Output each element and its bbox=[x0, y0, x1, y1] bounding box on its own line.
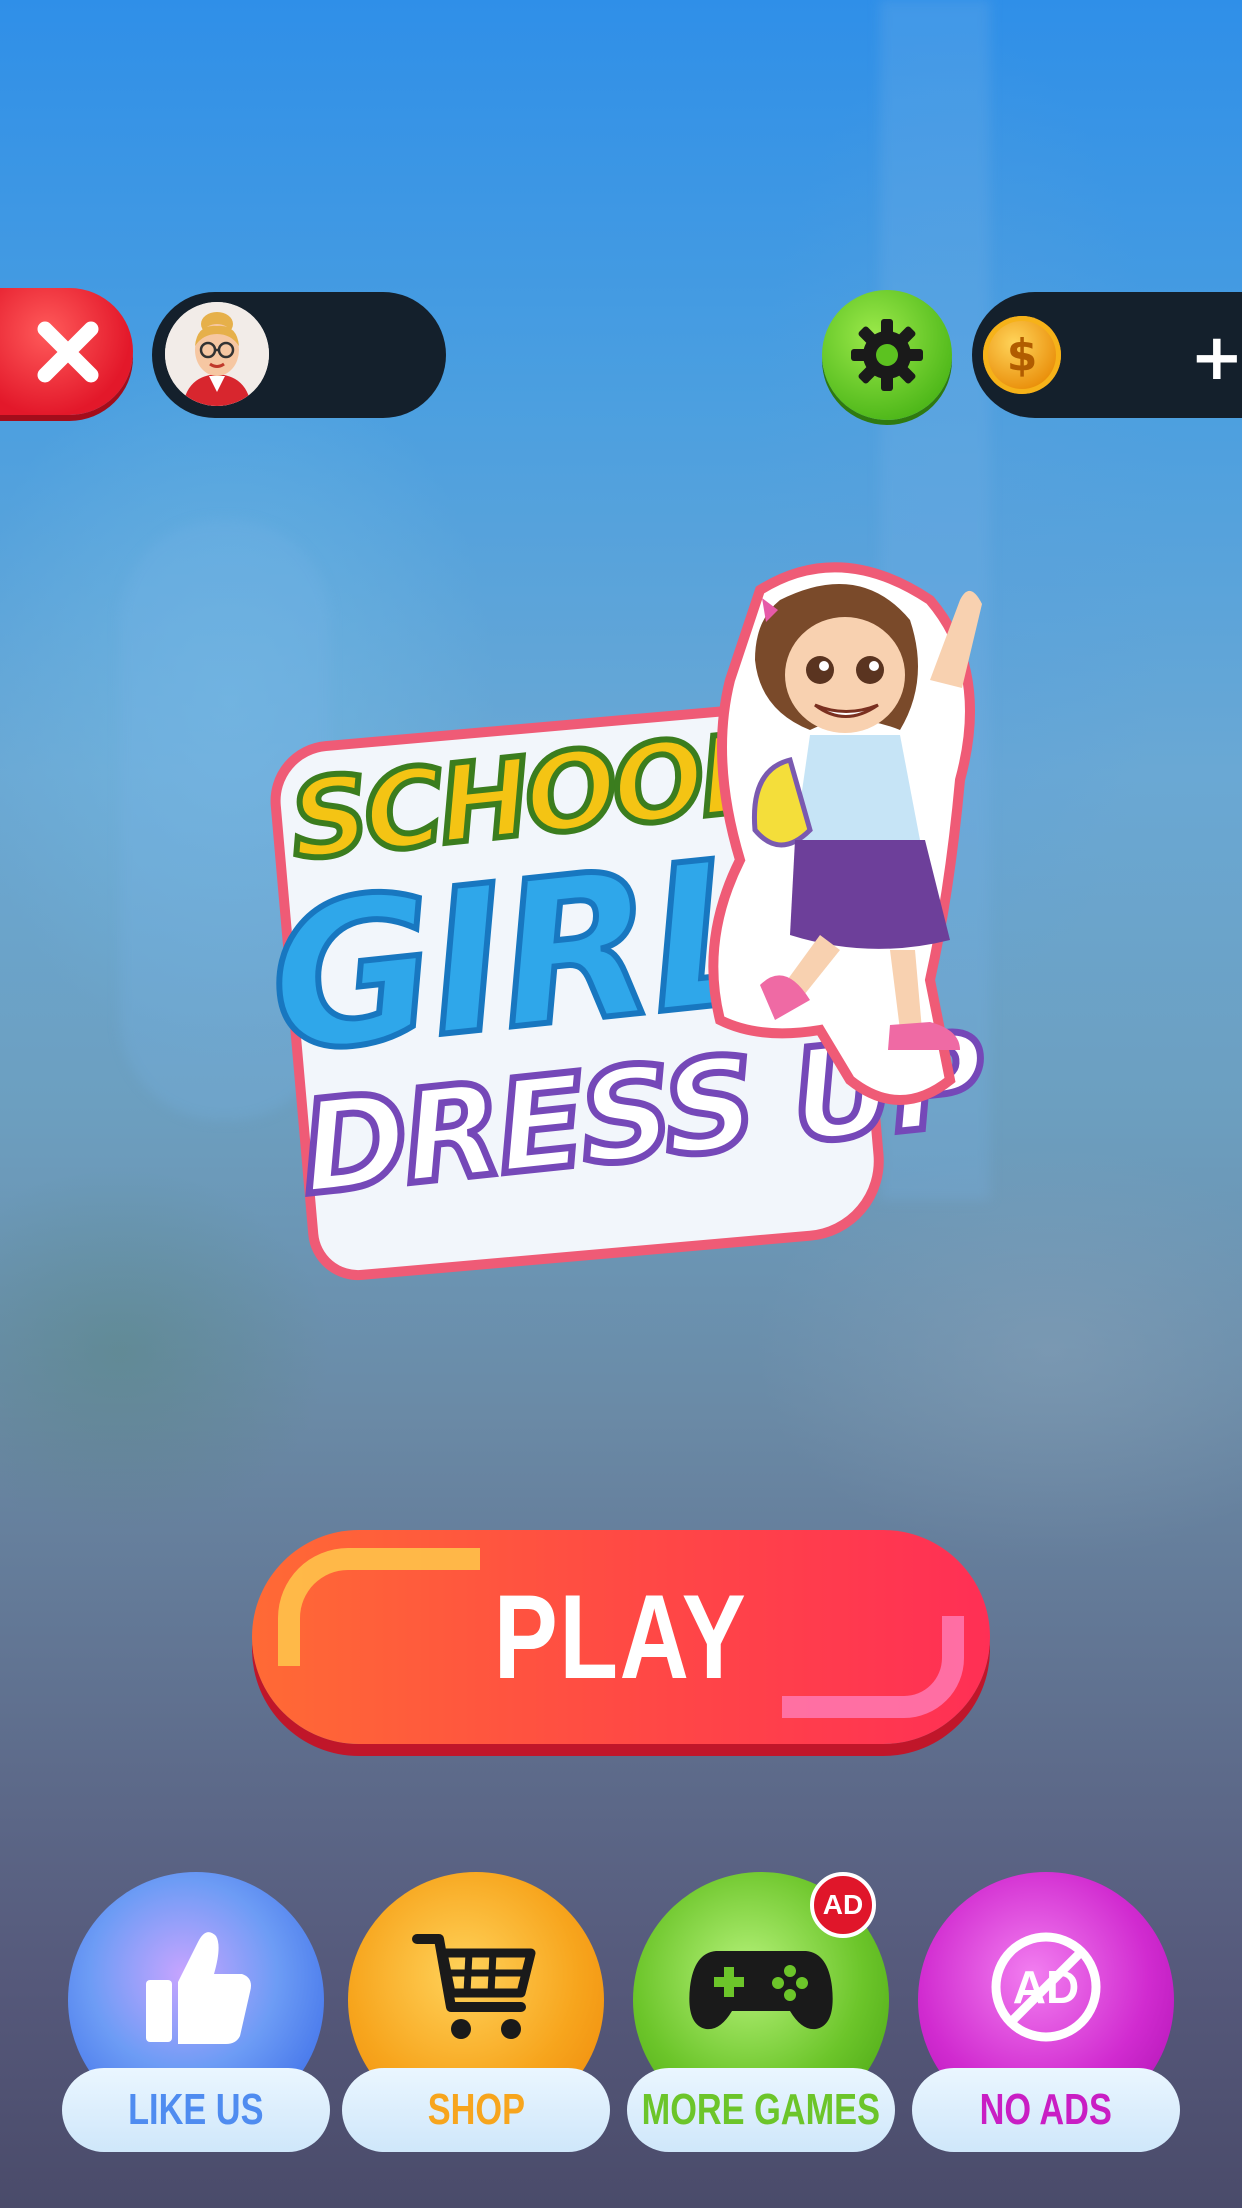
play-button-label: PLAY bbox=[494, 1570, 748, 1704]
close-icon bbox=[37, 321, 98, 382]
play-button-highlight bbox=[782, 1616, 964, 1718]
settings-button[interactable] bbox=[822, 290, 952, 420]
no-ads-icon: AD bbox=[991, 1932, 1101, 2042]
like-us-label[interactable]: LIKE US bbox=[62, 2068, 330, 2152]
shop-label[interactable]: SHOP bbox=[342, 2068, 610, 2152]
shopping-cart-icon bbox=[412, 1934, 536, 2039]
close-button[interactable] bbox=[0, 288, 133, 415]
game-logo: SCHOOL GIRL DRESS UP bbox=[256, 560, 992, 1285]
more-games-label[interactable]: MORE GAMES bbox=[627, 2068, 895, 2152]
add-coins-button[interactable]: + bbox=[1190, 326, 1242, 390]
teacher-avatar-icon bbox=[165, 302, 269, 406]
schoolgirl-mascot-icon bbox=[708, 562, 982, 1105]
svg-text:AD: AD bbox=[1013, 1961, 1079, 2013]
coin-icon: $ bbox=[983, 316, 1061, 394]
gamepad-icon bbox=[689, 1951, 833, 2030]
ad-badge: AD bbox=[810, 1872, 876, 1938]
avatar[interactable] bbox=[165, 302, 269, 406]
play-button-highlight bbox=[278, 1548, 480, 1666]
thumbs-up-icon bbox=[146, 1932, 251, 2044]
gear-icon bbox=[851, 319, 923, 391]
play-button[interactable]: PLAY bbox=[252, 1530, 990, 1744]
no-ads-label[interactable]: NO ADS bbox=[912, 2068, 1180, 2152]
